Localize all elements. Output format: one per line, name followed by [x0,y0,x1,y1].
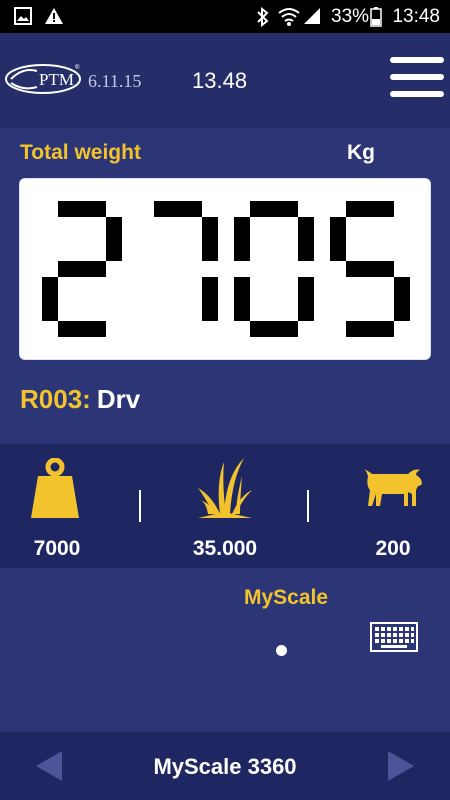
warning-icon [45,8,63,24]
recipe-row: R003: Drv [20,384,140,415]
keyboard-icon[interactable] [370,622,418,652]
unit-label: Kg [347,141,375,164]
stats-divider [307,490,309,522]
stats-band: 7000 35.000 200 [0,444,450,568]
footer-title: MyScale 3360 [153,754,297,779]
logo-text: PTM [39,70,74,89]
weight-digit [234,201,314,337]
recipe-name: Drv [96,384,141,414]
stat-animals-value: 200 [375,537,411,560]
battery-percent: 33% [331,6,370,27]
header-date: 6.11.15 [88,71,142,91]
signal-icon [304,8,320,24]
hamburger-menu-icon[interactable] [390,57,446,99]
cow-icon [364,469,422,506]
header-time: 13.48 [192,68,248,93]
weight-icon [31,458,79,518]
grass-icon [198,458,252,518]
weight-digit [42,201,122,337]
battery-icon [370,7,382,27]
status-time: 13:48 [392,6,440,27]
stat-weight-value: 7000 [33,537,81,560]
total-weight-label: Total weight [20,141,141,164]
weight-digit [154,201,218,321]
footer-bar: MyScale 3360 [0,732,450,800]
status-bar: 33% 13:48 [0,0,450,33]
status-dot [276,645,287,656]
arrow-right-icon[interactable] [386,750,416,782]
weight-digits [42,201,410,337]
wifi-icon [278,8,300,26]
recipe-code: R003: [20,384,91,414]
device-title: MyScale [244,586,329,609]
stats-divider [139,490,141,522]
image-icon [14,7,32,25]
weight-digit [330,201,410,337]
weight-display [19,178,431,360]
stat-grass-value: 35.000 [192,537,258,560]
app-header: PTM ® 6.11.15 13.48 [0,33,450,128]
bluetooth-icon [257,7,269,27]
ptm-logo: PTM ® [5,64,81,94]
svg-text:®: ® [75,64,80,71]
